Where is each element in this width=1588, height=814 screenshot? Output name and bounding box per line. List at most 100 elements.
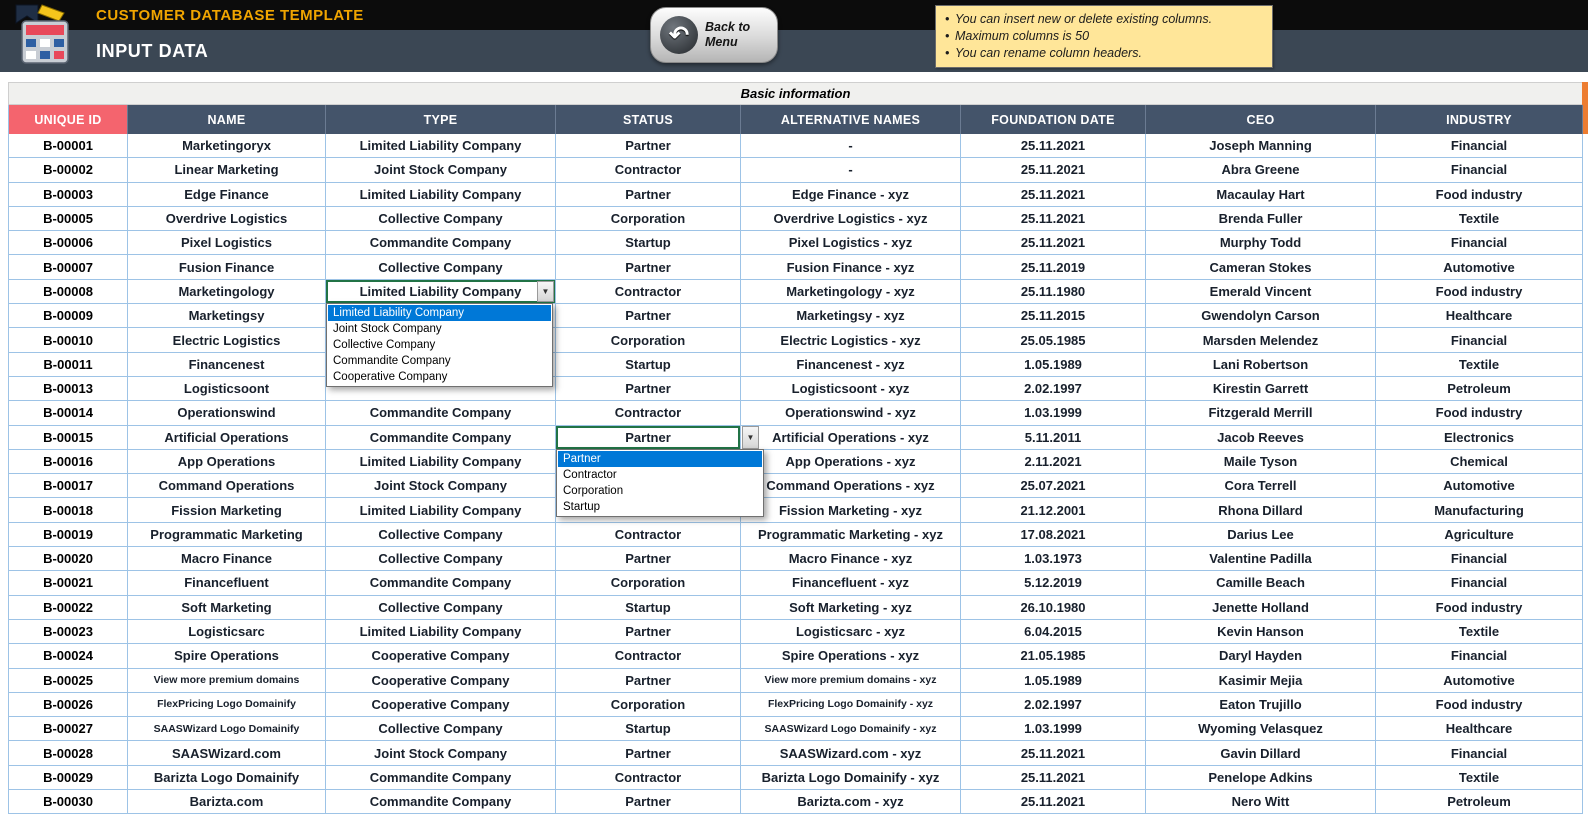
cell-type[interactable]: Cooperative Company (326, 669, 556, 693)
cell-status[interactable]: Partner▼PartnerContractorCorporationStar… (556, 426, 741, 450)
cell-unique-id[interactable]: B-00026 (8, 693, 128, 717)
cell-industry[interactable]: Petroleum (1376, 790, 1583, 814)
cell-industry[interactable]: Financial (1376, 134, 1583, 158)
cell-unique-id[interactable]: B-00007 (8, 255, 128, 279)
cell-type[interactable]: Cooperative Company (326, 644, 556, 668)
cell-ceo[interactable]: Nero Witt (1146, 790, 1376, 814)
cell-name[interactable]: Artificial Operations (128, 426, 326, 450)
cell-alternative-names[interactable]: Logisticsoont - xyz (741, 377, 961, 401)
cell-ceo[interactable]: Jacob Reeves (1146, 426, 1376, 450)
cell-name[interactable]: Logisticsoont (128, 377, 326, 401)
cell-ceo[interactable]: Brenda Fuller (1146, 207, 1376, 231)
cell-foundation-date[interactable]: 25.11.2021 (961, 158, 1146, 182)
cell-alternative-names[interactable]: Financenest - xyz (741, 353, 961, 377)
cell-foundation-date[interactable]: 25.07.2021 (961, 474, 1146, 498)
cell-type[interactable]: Commandite Company (326, 231, 556, 255)
cell-foundation-date[interactable]: 25.11.2021 (961, 766, 1146, 790)
cell-alternative-names[interactable]: App Operations - xyz (741, 450, 961, 474)
cell-industry[interactable]: Automotive (1376, 255, 1583, 279)
cell-foundation-date[interactable]: 2.11.2021 (961, 450, 1146, 474)
cell-ceo[interactable]: Murphy Todd (1146, 231, 1376, 255)
cell-alternative-names[interactable]: - (741, 158, 961, 182)
column-header-ceo[interactable]: CEO (1146, 105, 1376, 134)
cell-ceo[interactable]: Macaulay Hart (1146, 183, 1376, 207)
cell-alternative-names[interactable]: Logisticsarc - xyz (741, 620, 961, 644)
cell-name[interactable]: Operationswind (128, 401, 326, 425)
type-dropdown-option[interactable]: Collective Company (328, 337, 551, 353)
cell-foundation-date[interactable]: 25.11.2021 (961, 183, 1146, 207)
cell-name[interactable]: Overdrive Logistics (128, 207, 326, 231)
cell-alternative-names[interactable]: View more premium domains - xyz (741, 669, 961, 693)
column-header-foundation-date[interactable]: FOUNDATION DATE (961, 105, 1146, 134)
cell-type[interactable]: Limited Liability Company▼Limited Liabil… (326, 280, 556, 304)
cell-unique-id[interactable]: B-00011 (8, 353, 128, 377)
cell-status[interactable]: Contractor (556, 766, 741, 790)
type-dropdown-option[interactable]: Limited Liability Company (328, 305, 551, 321)
cell-unique-id[interactable]: B-00022 (8, 596, 128, 620)
cell-ceo[interactable]: Gavin Dillard (1146, 741, 1376, 765)
cell-ceo[interactable]: Kirestin Garrett (1146, 377, 1376, 401)
cell-ceo[interactable]: Eaton Trujillo (1146, 693, 1376, 717)
cell-ceo[interactable]: Kevin Hanson (1146, 620, 1376, 644)
cell-alternative-names[interactable]: SAASWizard.com - xyz (741, 741, 961, 765)
cell-alternative-names[interactable]: SAASWizard Logo Domainify - xyz (741, 717, 961, 741)
cell-status[interactable]: Contractor (556, 523, 741, 547)
cell-foundation-date[interactable]: 5.12.2019 (961, 571, 1146, 595)
cell-ceo[interactable]: Abra Greene (1146, 158, 1376, 182)
cell-ceo[interactable]: Lani Robertson (1146, 353, 1376, 377)
cell-unique-id[interactable]: B-00023 (8, 620, 128, 644)
cell-foundation-date[interactable]: 26.10.1980 (961, 596, 1146, 620)
cell-ceo[interactable]: Marsden Melendez (1146, 328, 1376, 352)
type-dropdown-option[interactable]: Cooperative Company (328, 369, 551, 385)
cell-status[interactable]: Contractor (556, 280, 741, 304)
cell-alternative-names[interactable]: Marketingology - xyz (741, 280, 961, 304)
cell-foundation-date[interactable]: 25.11.2021 (961, 790, 1146, 814)
cell-foundation-date[interactable]: 6.04.2015 (961, 620, 1146, 644)
column-header-name[interactable]: NAME (128, 105, 326, 134)
type-dropdown-option[interactable]: Joint Stock Company (328, 321, 551, 337)
cell-status[interactable]: Contractor (556, 401, 741, 425)
cell-industry[interactable]: Food industry (1376, 401, 1583, 425)
cell-status[interactable]: Partner (556, 183, 741, 207)
cell-industry[interactable]: Automotive (1376, 474, 1583, 498)
cell-unique-id[interactable]: B-00003 (8, 183, 128, 207)
cell-name[interactable]: Fusion Finance (128, 255, 326, 279)
cell-industry[interactable]: Financial (1376, 644, 1583, 668)
cell-alternative-names[interactable]: Command Operations - xyz (741, 474, 961, 498)
cell-name[interactable]: Macro Finance (128, 547, 326, 571)
cell-type[interactable]: Limited Liability Company (326, 134, 556, 158)
column-header-type[interactable]: TYPE (326, 105, 556, 134)
cell-industry[interactable]: Financial (1376, 158, 1583, 182)
cell-status[interactable]: Partner (556, 669, 741, 693)
cell-status[interactable]: Startup (556, 717, 741, 741)
cell-alternative-names[interactable]: Spire Operations - xyz (741, 644, 961, 668)
cell-type[interactable]: Limited Liability Company (326, 183, 556, 207)
cell-alternative-names[interactable]: Macro Finance - xyz (741, 547, 961, 571)
column-header-industry[interactable]: INDUSTRY (1376, 105, 1583, 134)
cell-industry[interactable]: Financial (1376, 231, 1583, 255)
cell-ceo[interactable]: Cora Terrell (1146, 474, 1376, 498)
cell-type[interactable]: Joint Stock Company (326, 158, 556, 182)
cell-status[interactable]: Partner (556, 304, 741, 328)
cell-alternative-names[interactable]: Marketingsy - xyz (741, 304, 961, 328)
cell-alternative-names[interactable]: Programmatic Marketing - xyz (741, 523, 961, 547)
cell-industry[interactable]: Electronics (1376, 426, 1583, 450)
cell-type[interactable]: Collective Company (326, 255, 556, 279)
cell-type[interactable]: Limited Liability Company (326, 498, 556, 522)
cell-industry[interactable]: Food industry (1376, 280, 1583, 304)
cell-name[interactable]: App Operations (128, 450, 326, 474)
cell-status[interactable]: Corporation (556, 571, 741, 595)
cell-type[interactable]: Commandite Company (326, 571, 556, 595)
cell-name[interactable]: Marketingoryx (128, 134, 326, 158)
cell-type[interactable]: Commandite Company (326, 766, 556, 790)
cell-industry[interactable]: Food industry (1376, 693, 1583, 717)
cell-name[interactable]: Command Operations (128, 474, 326, 498)
cell-foundation-date[interactable]: 17.08.2021 (961, 523, 1146, 547)
cell-alternative-names[interactable]: Soft Marketing - xyz (741, 596, 961, 620)
cell-ceo[interactable]: Jenette Holland (1146, 596, 1376, 620)
cell-foundation-date[interactable]: 1.05.1989 (961, 669, 1146, 693)
cell-ceo[interactable]: Wyoming Velasquez (1146, 717, 1376, 741)
type-dropdown-option[interactable]: Commandite Company (328, 353, 551, 369)
cell-name[interactable]: Spire Operations (128, 644, 326, 668)
cell-industry[interactable]: Textile (1376, 207, 1583, 231)
